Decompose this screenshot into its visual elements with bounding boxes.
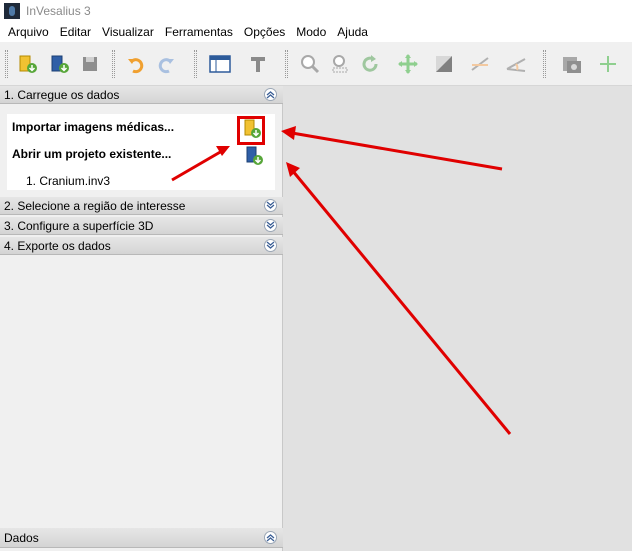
zoom-select-icon [332,55,348,73]
contrast-button[interactable] [432,52,456,76]
open-project-icon [51,55,69,73]
measure-distance-icon [471,57,489,71]
fold-label: 4. Exporte os dados [4,238,111,253]
open-existing-project-link[interactable]: Abrir um projeto existente... [12,147,171,161]
fold-data[interactable]: Dados [0,528,283,548]
undo-button[interactable] [124,52,148,76]
open-project-panel-button[interactable] [244,145,266,167]
menu-ajuda[interactable]: Ajuda [335,25,373,39]
snapshot-button[interactable] [560,52,584,76]
menu-bar: Arquivo Editar Visualizar Ferramentas Op… [0,22,632,42]
annotation-highlight-box [237,116,265,145]
layout-icon [209,55,231,73]
snapshot-icon [563,57,581,73]
fold-export-data[interactable]: 4. Exporte os dados [0,237,283,255]
measure-angle-button[interactable] [504,52,528,76]
viewer-area[interactable] [283,86,632,551]
load-data-panel: Importar imagens médicas... Abrir um pro… [7,114,275,190]
toolbar-grip[interactable] [285,50,288,78]
layout-button[interactable] [208,52,232,76]
zoom-icon [301,55,320,74]
menu-ferramentas[interactable]: Ferramentas [163,25,238,39]
rotate-button[interactable] [358,52,382,76]
expand-chevron-icon[interactable] [264,239,277,252]
app-logo-icon [4,3,20,19]
fold-label: Dados [4,530,39,545]
menu-modo[interactable]: Modo [294,25,331,39]
import-folder-button[interactable] [16,52,40,76]
title-bar: InVesalius 3 [0,0,632,22]
fold-label: 2. Selecione a região de interesse [4,198,186,213]
toolbar-grip[interactable] [543,50,546,78]
fold-load-data[interactable]: 1. Carregue os dados [0,86,283,104]
window-title: InVesalius 3 [26,4,91,18]
pan-button[interactable] [396,52,420,76]
fold-region-of-interest[interactable]: 2. Selecione a região de interesse [0,197,283,215]
toolbar [0,42,632,86]
toolbar-grip[interactable] [5,50,8,78]
collapse-chevron-icon[interactable] [264,531,277,544]
menu-opcoes[interactable]: Opções [242,25,290,39]
undo-icon [128,58,144,74]
fold-label: 3. Configure a superfície 3D [4,218,154,233]
menu-visualizar[interactable]: Visualizar [100,25,159,39]
import-medical-images-link[interactable]: Importar imagens médicas... [12,120,174,134]
zoom-select-button[interactable] [328,52,352,76]
zoom-button[interactable] [298,52,322,76]
menu-editar[interactable]: Editar [58,25,96,39]
save-project-button[interactable] [78,52,102,76]
redo-icon [158,58,174,74]
expand-chevron-icon[interactable] [264,199,277,212]
pan-icon [398,54,418,74]
toolbar-grip[interactable] [194,50,197,78]
collapse-chevron-icon[interactable] [264,88,277,101]
import-folder-icon [19,55,37,73]
contrast-icon [436,56,452,72]
fold-3d-surface[interactable]: 3. Configure a superfície 3D [0,217,283,235]
add-icon [600,56,616,72]
fold-label: 1. Carregue os dados [4,87,120,102]
menu-arquivo[interactable]: Arquivo [6,25,54,39]
measure-angle-icon [506,58,526,72]
measure-distance-button[interactable] [468,52,492,76]
text-button[interactable] [246,52,270,76]
rotate-icon [362,55,378,72]
recent-project-item[interactable]: 1. Cranium.inv3 [26,174,110,188]
add-button[interactable] [596,52,620,76]
text-icon [251,57,265,72]
open-project-icon [246,146,263,165]
toolbar-grip[interactable] [112,50,115,78]
save-project-icon [83,57,97,71]
open-project-button[interactable] [48,52,72,76]
redo-button[interactable] [154,52,178,76]
expand-chevron-icon[interactable] [264,219,277,232]
